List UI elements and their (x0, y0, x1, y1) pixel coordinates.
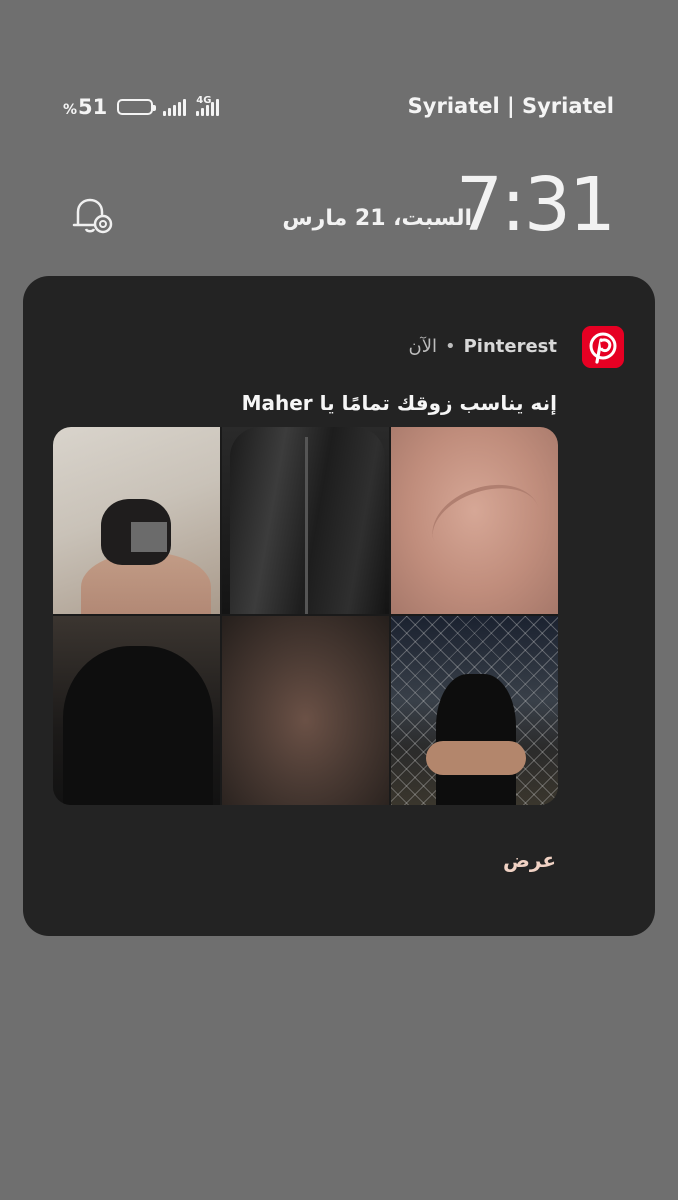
network-indicator: 4G (196, 95, 220, 116)
battery-percentage: %51 (63, 95, 107, 119)
notification-timestamp: الآن (408, 336, 437, 357)
battery-level: 51 (78, 95, 108, 119)
notification-card[interactable]: Pinterest • الآن إنه يناسب زوقك تمامًا ي… (23, 276, 655, 936)
pin-image-6[interactable] (391, 616, 558, 805)
percent-symbol: % (63, 102, 78, 118)
pin-image-4[interactable] (53, 616, 220, 805)
alarm-bell-gear-icon[interactable] (70, 196, 116, 236)
view-button[interactable]: عرض (503, 848, 556, 872)
lockscreen-clock: 7:31 (455, 162, 616, 248)
battery-icon (117, 99, 157, 115)
notification-meta: Pinterest • الآن (408, 336, 557, 357)
notification-title: إنه يناسب زوقك تمامًا يا Maher (241, 391, 557, 415)
signal-bars-icon (163, 98, 187, 116)
app-name: Pinterest (463, 336, 557, 357)
carrier-name: Syriatel | Syriatel (407, 94, 614, 118)
meta-separator: • (444, 336, 456, 357)
pin-image-1[interactable] (53, 427, 220, 614)
pin-image-grid[interactable] (53, 427, 558, 805)
signal-bars-icon-2: 4G (196, 95, 220, 116)
network-type: 4G (196, 95, 212, 106)
pin-image-2[interactable] (222, 427, 389, 614)
status-bar-left: %51 4G (63, 94, 220, 120)
pin-image-3[interactable] (391, 427, 558, 614)
lockscreen-date: السبت، 21 مارس (282, 206, 472, 231)
pin-image-5[interactable] (222, 616, 389, 805)
pinterest-logo-icon (582, 326, 624, 368)
